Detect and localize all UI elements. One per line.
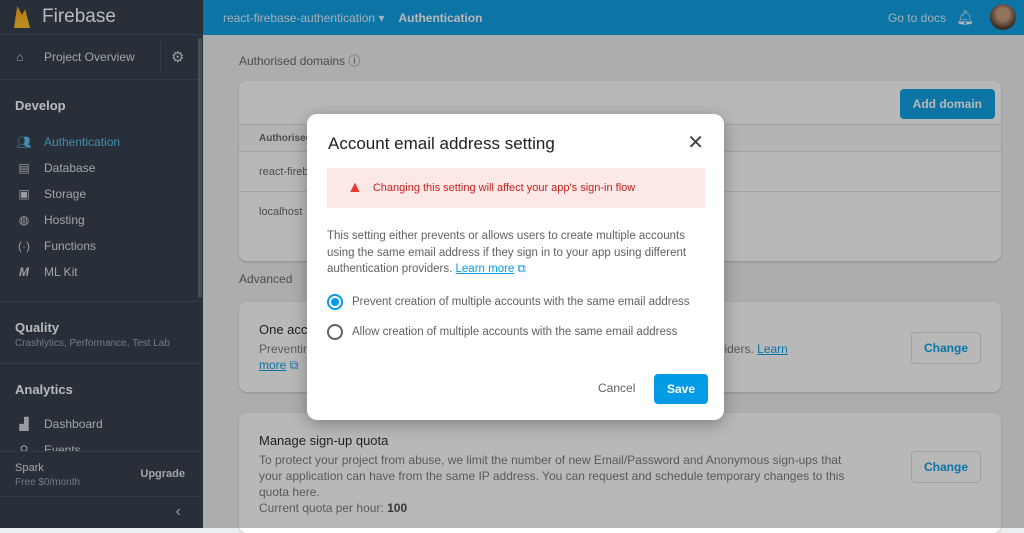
account-email-dialog: Account email address setting ✕ ▲ Changin… [307,114,724,420]
radio-label: Allow creation of multiple accounts with… [352,326,678,338]
save-button[interactable]: Save [654,374,709,404]
close-icon[interactable]: ✕ [687,130,704,155]
warning-icon: ▲ [347,179,363,196]
warning-banner: ▲ Changing this setting will affect your … [327,168,705,208]
radio-button[interactable] [327,324,343,340]
warning-text: Changing this setting will affect your a… [372,182,636,194]
dialog-description: This setting either prevents or allows u… [327,228,707,278]
dialog-title: Account email address setting [328,134,555,153]
radio-button-selected[interactable] [327,294,343,310]
learn-more-link[interactable]: Learn more [456,263,515,275]
cancel-button[interactable]: Cancel [598,381,635,395]
radio-prevent-multiple[interactable]: Prevent creation of multiple accounts wi… [327,294,690,310]
external-link-icon: ⧉ [517,263,526,275]
radio-allow-multiple[interactable]: Allow creation of multiple accounts with… [327,324,677,340]
radio-label: Prevent creation of multiple accounts wi… [352,296,690,308]
